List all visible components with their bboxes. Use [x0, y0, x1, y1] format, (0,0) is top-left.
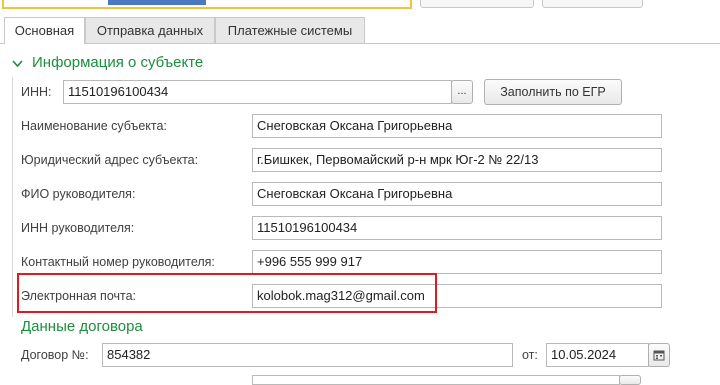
toolbar-accent	[108, 0, 206, 5]
director-phone-label: Контактный номер руководителя:	[21, 255, 215, 269]
chevron-down-icon[interactable]	[12, 57, 23, 71]
director-name-label: ФИО руководителя:	[21, 187, 136, 201]
calendar-button[interactable]	[648, 343, 670, 367]
next-field-button[interactable]	[619, 375, 641, 385]
tab-data-sending[interactable]: Отправка данных	[85, 17, 215, 43]
legal-address-field[interactable]: г.Бишкек, Первомайский р-н мрк Юг-2 № 22…	[252, 148, 662, 172]
subject-name-field[interactable]: Снеговская Оксана Григорьевна	[252, 114, 662, 138]
subject-name-label: Наименование субъекта:	[21, 119, 167, 133]
toolbar-edge	[2, 7, 412, 9]
legal-address-label: Юридический адрес субъекта:	[21, 153, 199, 167]
contract-number-label: Договор №:	[21, 348, 89, 362]
tab-payment-systems[interactable]: Платежные системы	[215, 17, 365, 43]
next-field[interactable]	[252, 375, 620, 385]
fill-by-egr-button[interactable]: Заполнить по ЕГР	[484, 79, 622, 105]
tab-main[interactable]: Основная	[4, 17, 85, 44]
email-highlight-box	[17, 273, 437, 313]
toolbar-edge	[410, 0, 412, 9]
contract-number-field[interactable]: 854382	[102, 343, 513, 367]
inn-field[interactable]: 11510196100434	[63, 80, 452, 104]
director-inn-field[interactable]: 11510196100434	[252, 216, 662, 240]
calendar-icon	[653, 350, 665, 361]
section-title-contract: Данные договора	[21, 318, 143, 335]
toolbar-button[interactable]	[420, 0, 534, 8]
inn-select-button[interactable]: ...	[451, 80, 473, 104]
director-name-field[interactable]: Снеговская Оксана Григорьевна	[252, 182, 662, 206]
group-border	[12, 77, 13, 317]
contract-date-field[interactable]: 10.05.2024	[546, 343, 649, 367]
toolbar-button[interactable]	[542, 0, 643, 8]
director-inn-label: ИНН руководителя:	[21, 221, 135, 235]
inn-label: ИНН:	[21, 85, 52, 99]
contract-date-label: от:	[522, 348, 538, 362]
section-title-subject: Информация о субъекте	[32, 54, 204, 71]
director-phone-field[interactable]: +996 555 999 917	[252, 250, 662, 274]
